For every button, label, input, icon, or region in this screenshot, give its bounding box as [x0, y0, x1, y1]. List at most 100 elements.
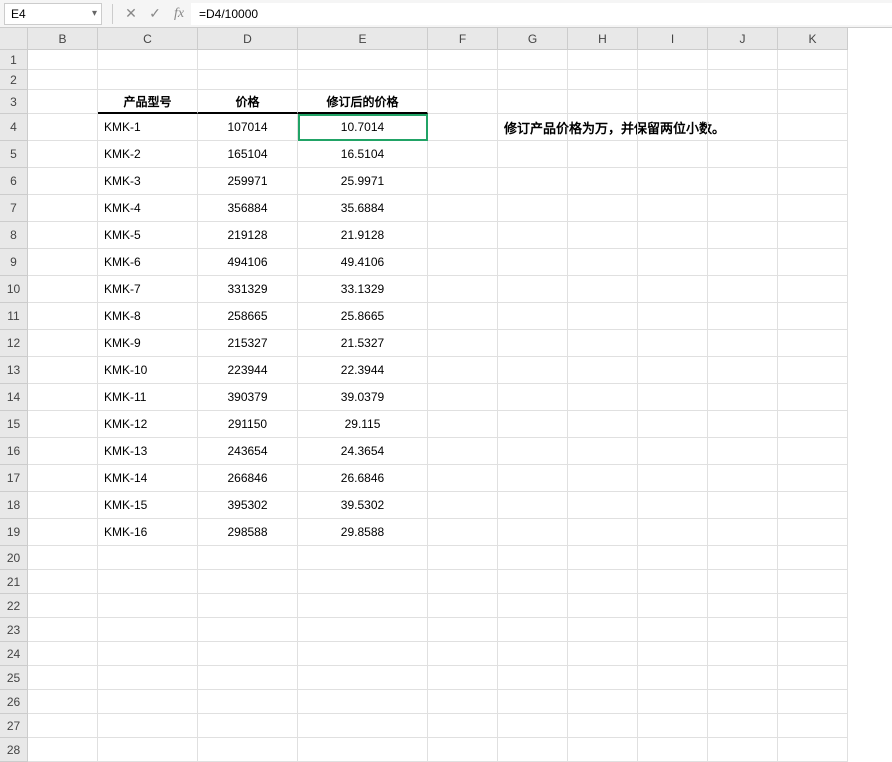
- cell-D4[interactable]: 107014: [198, 114, 298, 141]
- cell-H10[interactable]: [568, 276, 638, 303]
- cell-I27[interactable]: [638, 714, 708, 738]
- cell-D15[interactable]: 291150: [198, 411, 298, 438]
- cell-J14[interactable]: [708, 384, 778, 411]
- fx-icon[interactable]: fx: [167, 3, 191, 25]
- cell-J26[interactable]: [708, 690, 778, 714]
- cell-F13[interactable]: [428, 357, 498, 384]
- cell-F5[interactable]: [428, 141, 498, 168]
- row-header-5[interactable]: 5: [0, 141, 28, 168]
- cell-K13[interactable]: [778, 357, 848, 384]
- cell-C21[interactable]: [98, 570, 198, 594]
- cell-I4[interactable]: [638, 114, 708, 141]
- row-header-24[interactable]: 24: [0, 642, 28, 666]
- cell-C22[interactable]: [98, 594, 198, 618]
- cell-F6[interactable]: [428, 168, 498, 195]
- cell-E19[interactable]: 29.8588: [298, 519, 428, 546]
- row-header-13[interactable]: 13: [0, 357, 28, 384]
- cell-J20[interactable]: [708, 546, 778, 570]
- cell-I22[interactable]: [638, 594, 708, 618]
- column-header-D[interactable]: D: [198, 28, 298, 50]
- cell-K12[interactable]: [778, 330, 848, 357]
- cell-D11[interactable]: 258665: [198, 303, 298, 330]
- cell-D3[interactable]: 价格: [198, 90, 298, 114]
- cell-E5[interactable]: 16.5104: [298, 141, 428, 168]
- cell-B18[interactable]: [28, 492, 98, 519]
- cell-G17[interactable]: [498, 465, 568, 492]
- cell-B24[interactable]: [28, 642, 98, 666]
- cell-K18[interactable]: [778, 492, 848, 519]
- cell-H5[interactable]: [568, 141, 638, 168]
- row-header-11[interactable]: 11: [0, 303, 28, 330]
- cell-J23[interactable]: [708, 618, 778, 642]
- cell-G27[interactable]: [498, 714, 568, 738]
- cell-K14[interactable]: [778, 384, 848, 411]
- cell-K11[interactable]: [778, 303, 848, 330]
- cell-H17[interactable]: [568, 465, 638, 492]
- chevron-down-icon[interactable]: ▾: [92, 8, 97, 19]
- cell-B23[interactable]: [28, 618, 98, 642]
- cell-I19[interactable]: [638, 519, 708, 546]
- cell-H19[interactable]: [568, 519, 638, 546]
- cell-K27[interactable]: [778, 714, 848, 738]
- row-header-27[interactable]: 27: [0, 714, 28, 738]
- cell-E1[interactable]: [298, 50, 428, 70]
- column-header-J[interactable]: J: [708, 28, 778, 50]
- cell-E27[interactable]: [298, 714, 428, 738]
- cell-B22[interactable]: [28, 594, 98, 618]
- cell-C23[interactable]: [98, 618, 198, 642]
- cell-I10[interactable]: [638, 276, 708, 303]
- cell-H9[interactable]: [568, 249, 638, 276]
- row-header-26[interactable]: 26: [0, 690, 28, 714]
- cell-C12[interactable]: KMK-9: [98, 330, 198, 357]
- cell-D24[interactable]: [198, 642, 298, 666]
- cell-I25[interactable]: [638, 666, 708, 690]
- cell-C17[interactable]: KMK-14: [98, 465, 198, 492]
- cell-D27[interactable]: [198, 714, 298, 738]
- cell-K22[interactable]: [778, 594, 848, 618]
- cell-H3[interactable]: [568, 90, 638, 114]
- cell-E15[interactable]: 29.115: [298, 411, 428, 438]
- cell-J8[interactable]: [708, 222, 778, 249]
- cell-H13[interactable]: [568, 357, 638, 384]
- cell-C11[interactable]: KMK-8: [98, 303, 198, 330]
- row-header-8[interactable]: 8: [0, 222, 28, 249]
- cell-D10[interactable]: 331329: [198, 276, 298, 303]
- cell-J22[interactable]: [708, 594, 778, 618]
- cell-G1[interactable]: [498, 50, 568, 70]
- cell-G11[interactable]: [498, 303, 568, 330]
- cell-E8[interactable]: 21.9128: [298, 222, 428, 249]
- cell-D25[interactable]: [198, 666, 298, 690]
- cell-H18[interactable]: [568, 492, 638, 519]
- cell-K24[interactable]: [778, 642, 848, 666]
- cell-K26[interactable]: [778, 690, 848, 714]
- cell-I8[interactable]: [638, 222, 708, 249]
- cell-B10[interactable]: [28, 276, 98, 303]
- cell-G20[interactable]: [498, 546, 568, 570]
- cell-J24[interactable]: [708, 642, 778, 666]
- row-header-22[interactable]: 22: [0, 594, 28, 618]
- cell-C5[interactable]: KMK-2: [98, 141, 198, 168]
- cell-I20[interactable]: [638, 546, 708, 570]
- cell-J17[interactable]: [708, 465, 778, 492]
- cell-I28[interactable]: [638, 738, 708, 762]
- cell-I21[interactable]: [638, 570, 708, 594]
- row-header-15[interactable]: 15: [0, 411, 28, 438]
- select-all-corner[interactable]: [0, 28, 28, 50]
- cell-I16[interactable]: [638, 438, 708, 465]
- cell-D23[interactable]: [198, 618, 298, 642]
- cell-J6[interactable]: [708, 168, 778, 195]
- row-header-7[interactable]: 7: [0, 195, 28, 222]
- row-header-2[interactable]: 2: [0, 70, 28, 90]
- cell-F20[interactable]: [428, 546, 498, 570]
- column-header-E[interactable]: E: [298, 28, 428, 50]
- cell-G3[interactable]: [498, 90, 568, 114]
- cell-C15[interactable]: KMK-12: [98, 411, 198, 438]
- cell-J10[interactable]: [708, 276, 778, 303]
- cell-C3[interactable]: 产品型号: [98, 90, 198, 114]
- cell-D22[interactable]: [198, 594, 298, 618]
- cell-D16[interactable]: 243654: [198, 438, 298, 465]
- cell-C1[interactable]: [98, 50, 198, 70]
- accept-formula-button[interactable]: ✓: [143, 3, 167, 25]
- cell-F24[interactable]: [428, 642, 498, 666]
- cell-J3[interactable]: [708, 90, 778, 114]
